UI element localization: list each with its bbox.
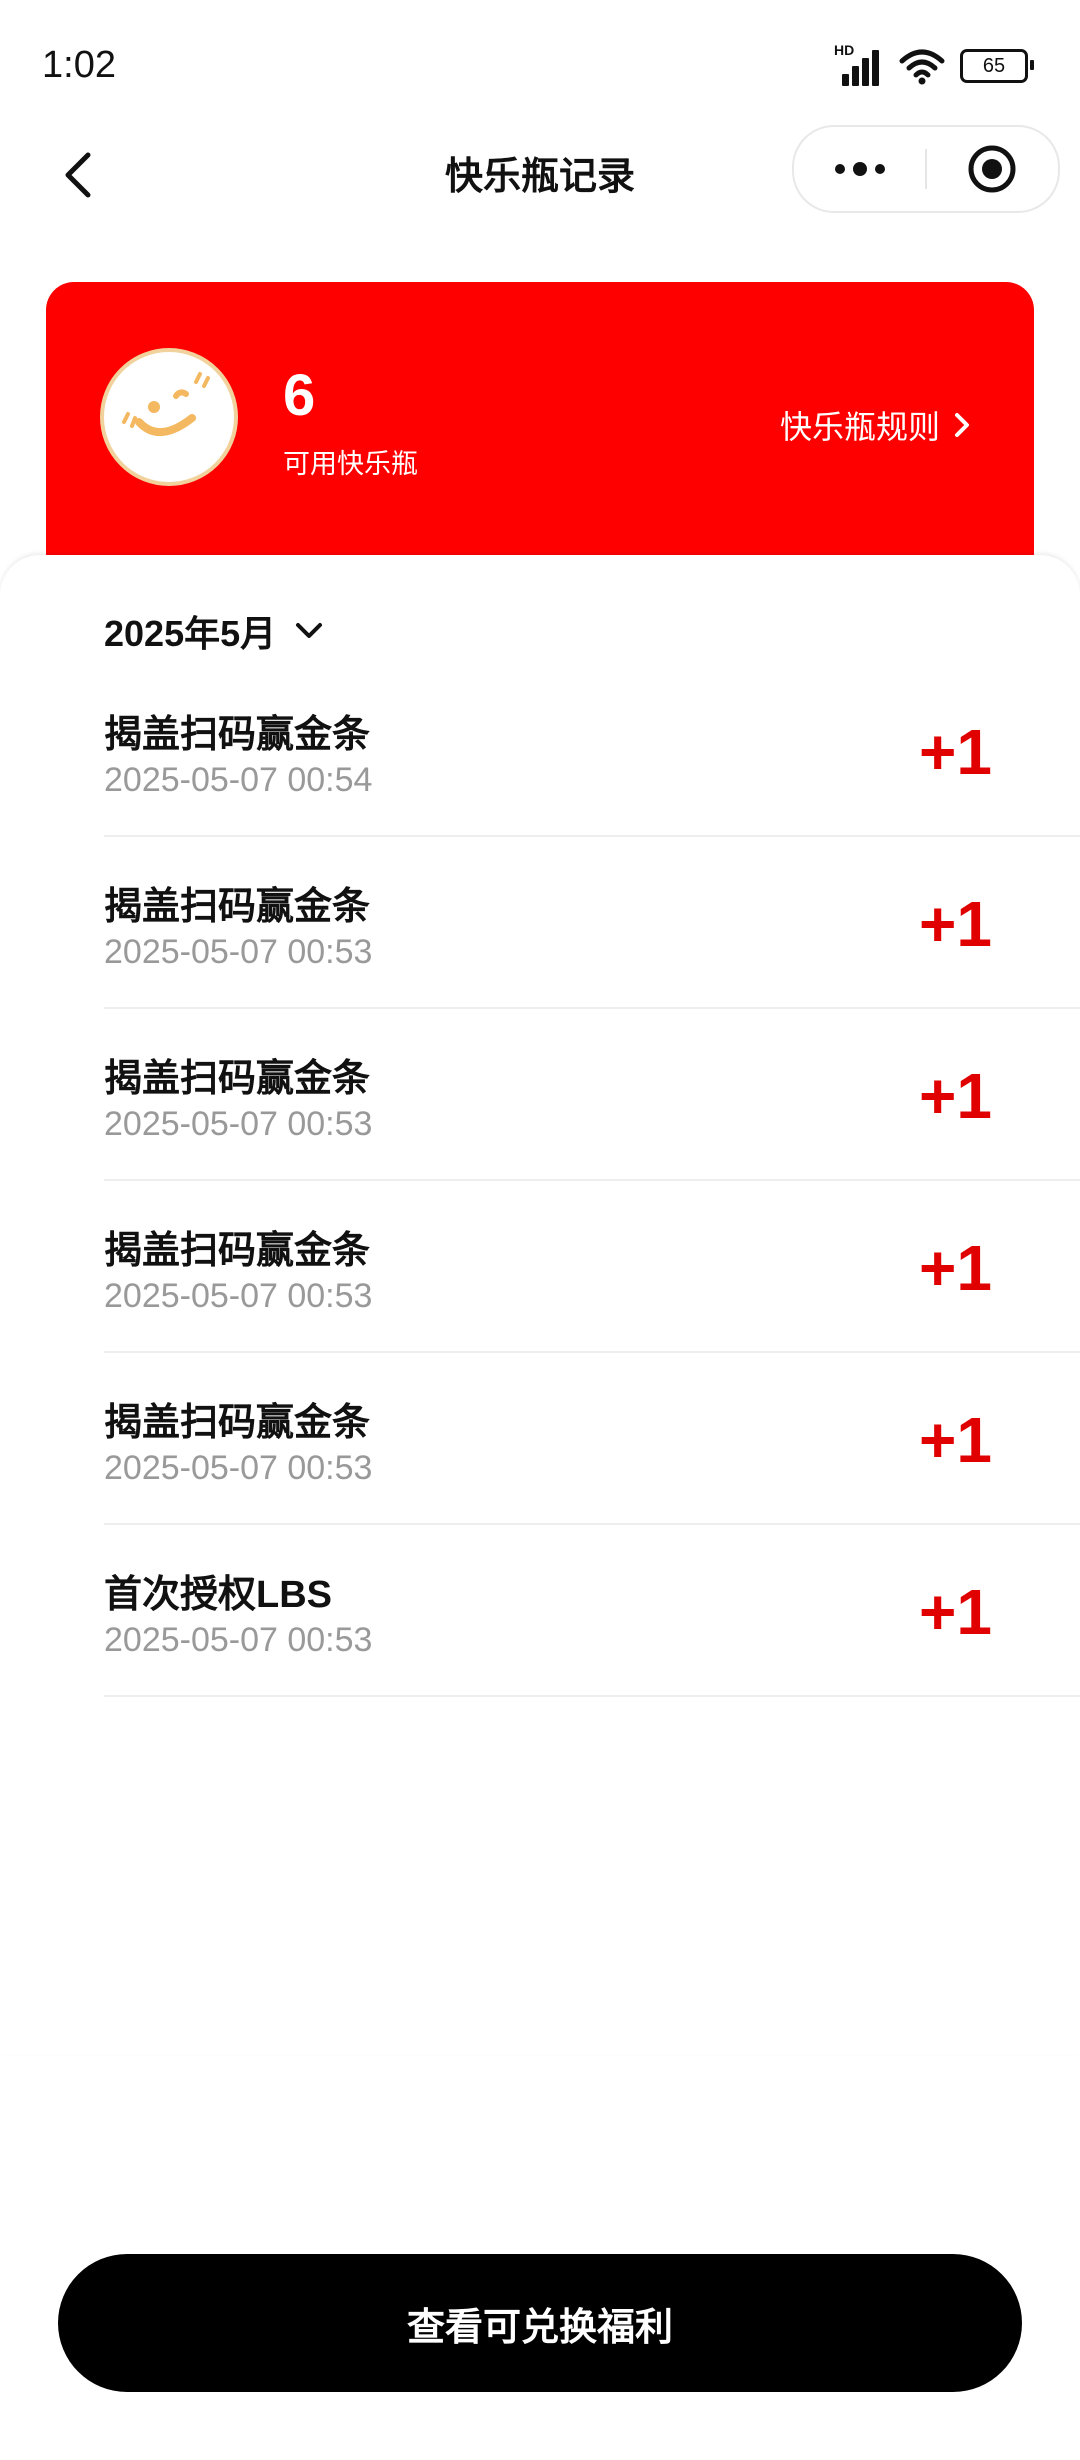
bottle-count-label: 可用快乐瓶: [283, 449, 418, 479]
status-bar: 1:02 HD 65: [0, 0, 1080, 130]
record-time: 2025-05-07 00:53: [104, 1449, 373, 1487]
record-time: 2025-05-07 00:53: [104, 1277, 373, 1315]
record-points: +1: [919, 716, 992, 788]
record-time: 2025-05-07 00:54: [104, 761, 373, 799]
record-title: 揭盖扫码赢金条: [104, 1058, 371, 1100]
cell-signal-icon: HD: [834, 42, 884, 86]
record-title: 揭盖扫码赢金条: [104, 1402, 371, 1444]
signal-hd-label: HD: [834, 42, 855, 58]
nav-bar: 快乐瓶记录: [0, 125, 1080, 225]
record-time: 2025-05-07 00:53: [104, 933, 373, 971]
record-title: 揭盖扫码赢金条: [104, 886, 371, 928]
list-item: 揭盖扫码赢金条 2025-05-07 00:53 +1: [104, 1009, 1080, 1181]
mini-program-capsule: [792, 125, 1060, 213]
month-filter[interactable]: 2025年5月: [104, 605, 324, 657]
record-points: +1: [919, 888, 992, 960]
list-item: 揭盖扫码赢金条 2025-05-07 00:54 +1: [104, 665, 1080, 837]
record-title: 揭盖扫码赢金条: [104, 1230, 371, 1272]
wifi-icon: [899, 49, 945, 85]
list-item: 揭盖扫码赢金条 2025-05-07 00:53 +1: [104, 1353, 1080, 1525]
status-time: 1:02: [42, 44, 116, 86]
record-points: +1: [919, 1404, 992, 1476]
chevron-right-icon: [955, 413, 969, 437]
record-points: +1: [919, 1232, 992, 1304]
smiley-avatar-icon: [100, 348, 238, 486]
record-time: 2025-05-07 00:53: [104, 1621, 373, 1659]
summary-card: 6 可用快乐瓶 快乐瓶规则: [46, 282, 1034, 582]
status-icons: HD 65: [834, 42, 1034, 86]
battery-icon: 65: [960, 49, 1034, 83]
view-benefits-button[interactable]: 查看可兑换福利: [58, 2254, 1022, 2392]
month-filter-label: 2025年5月: [104, 613, 277, 654]
chevron-down-icon: [296, 623, 323, 638]
rules-link[interactable]: 快乐瓶规则: [780, 402, 972, 448]
rules-link-label: 快乐瓶规则: [779, 409, 940, 445]
record-title: 揭盖扫码赢金条: [104, 714, 371, 756]
record-list: 揭盖扫码赢金条 2025-05-07 00:54 +1 揭盖扫码赢金条 2025…: [104, 665, 1080, 1697]
bottle-count: 6: [283, 363, 316, 428]
record-points: +1: [919, 1060, 992, 1132]
more-dots-icon[interactable]: [794, 127, 926, 211]
list-item: 首次授权LBS 2025-05-07 00:53 +1: [104, 1525, 1080, 1697]
list-item: 揭盖扫码赢金条 2025-05-07 00:53 +1: [104, 1181, 1080, 1353]
record-title: 首次授权LBS: [104, 1574, 333, 1616]
records-sheet: 2025年5月 揭盖扫码赢金条 2025-05-07 00:54 +1 揭盖扫码…: [0, 555, 1080, 2055]
target-icon[interactable]: [926, 127, 1058, 211]
record-points: +1: [919, 1576, 992, 1648]
record-time: 2025-05-07 00:53: [104, 1105, 373, 1143]
list-item: 揭盖扫码赢金条 2025-05-07 00:53 +1: [104, 837, 1080, 1009]
